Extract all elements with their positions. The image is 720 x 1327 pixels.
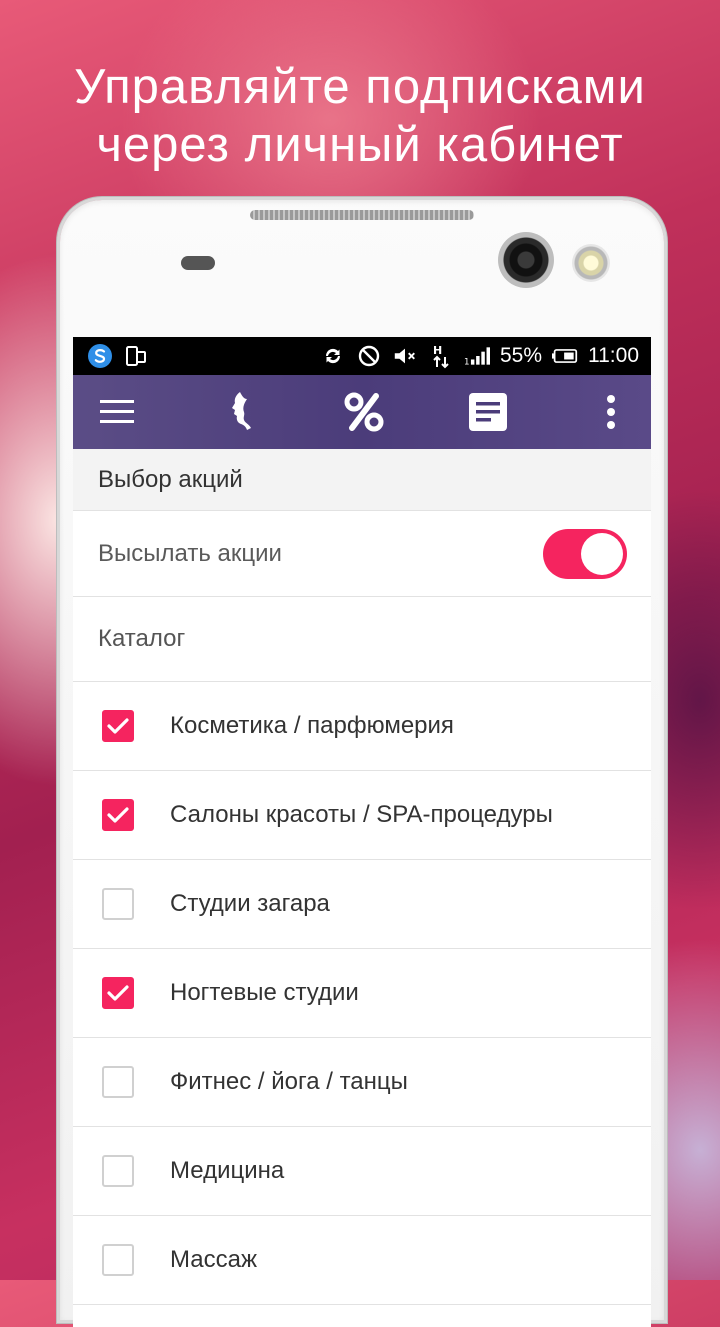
promotions-button[interactable] <box>342 390 386 434</box>
headline-line-1: Управляйте подписками <box>74 60 646 114</box>
proximity-sensor <box>181 256 215 270</box>
swype-icon <box>87 343 113 369</box>
list-item[interactable]: Медицина <box>73 1127 651 1216</box>
headline: Управляйте подписками через личный кабин… <box>0 58 720 174</box>
front-camera-icon <box>498 232 554 288</box>
list-item-label: Студии загара <box>170 890 330 917</box>
checkbox[interactable] <box>102 710 134 742</box>
list-item[interactable]: Салоны красоты / SPA-процедуры <box>73 771 651 860</box>
send-promos-row: Высылать акции <box>73 511 651 597</box>
documents-button[interactable] <box>466 390 510 434</box>
list-item[interactable]: Студии загара <box>73 860 651 949</box>
send-promos-toggle[interactable] <box>543 528 627 579</box>
signal-icon: 1 <box>464 343 490 369</box>
app-screen: H 1 55% 11:00 Выбор акций Высылать акции… <box>73 337 651 1327</box>
percent-icon <box>344 392 384 432</box>
list-item-label: Косметика / парфюмерия <box>170 712 454 739</box>
mute-icon <box>392 343 418 369</box>
list-item-label: Медицина <box>170 1157 285 1184</box>
screen-icon <box>123 343 149 369</box>
sync-icon <box>320 343 346 369</box>
list-item-label: Салоны красоты / SPA-процедуры <box>170 801 553 828</box>
list-item-label: Ногтевые студии <box>170 979 359 1006</box>
status-bar: H 1 55% 11:00 <box>73 337 651 375</box>
checkmark-icon <box>107 985 129 1001</box>
checkbox[interactable] <box>102 1244 134 1276</box>
toggle-knob <box>581 532 623 575</box>
send-promos-label: Высылать акции <box>98 539 282 567</box>
do-not-disturb-icon <box>356 343 382 369</box>
catalog-list: Косметика / парфюмерия Салоны красоты / … <box>73 682 651 1305</box>
checkmark-icon <box>107 807 129 823</box>
menu-button[interactable] <box>95 390 139 434</box>
list-item[interactable]: Ногтевые студии <box>73 949 651 1038</box>
list-item-label: Фитнес / йога / танцы <box>170 1068 408 1095</box>
data-transfer-icon: H <box>428 343 454 369</box>
headline-line-2: через личный кабинет <box>96 118 624 172</box>
menu-icon <box>100 400 134 423</box>
section-header: Выбор акций <box>73 449 651 511</box>
battery-percent: 55% <box>499 344 542 367</box>
list-item[interactable]: Косметика / парфюмерия <box>73 682 651 771</box>
svg-text:1: 1 <box>464 358 470 368</box>
list-item-label: Массаж <box>170 1246 258 1273</box>
checkbox[interactable] <box>102 977 134 1009</box>
list-item[interactable]: Фитнес / йога / танцы <box>73 1038 651 1127</box>
clock: 11:00 <box>588 344 639 367</box>
phone-frame: H 1 55% 11:00 Выбор акций Высылать акции… <box>60 200 664 1327</box>
checkbox[interactable] <box>102 1155 134 1187</box>
more-icon <box>607 395 615 429</box>
profile-button[interactable] <box>219 390 263 434</box>
document-icon <box>468 393 507 431</box>
overflow-menu-button[interactable] <box>589 390 633 434</box>
list-item[interactable]: Массаж <box>73 1216 651 1305</box>
app-toolbar <box>73 375 651 449</box>
checkmark-icon <box>107 718 129 734</box>
checkbox[interactable] <box>102 888 134 920</box>
woman-profile-icon <box>231 392 251 430</box>
speaker-grille <box>250 210 474 220</box>
checkbox[interactable] <box>102 1066 134 1098</box>
svg-text:H: H <box>433 344 442 357</box>
catalog-label: Каталог <box>73 597 651 682</box>
checkbox[interactable] <box>102 799 134 831</box>
front-flash-icon <box>572 244 610 282</box>
battery-icon <box>552 343 578 369</box>
